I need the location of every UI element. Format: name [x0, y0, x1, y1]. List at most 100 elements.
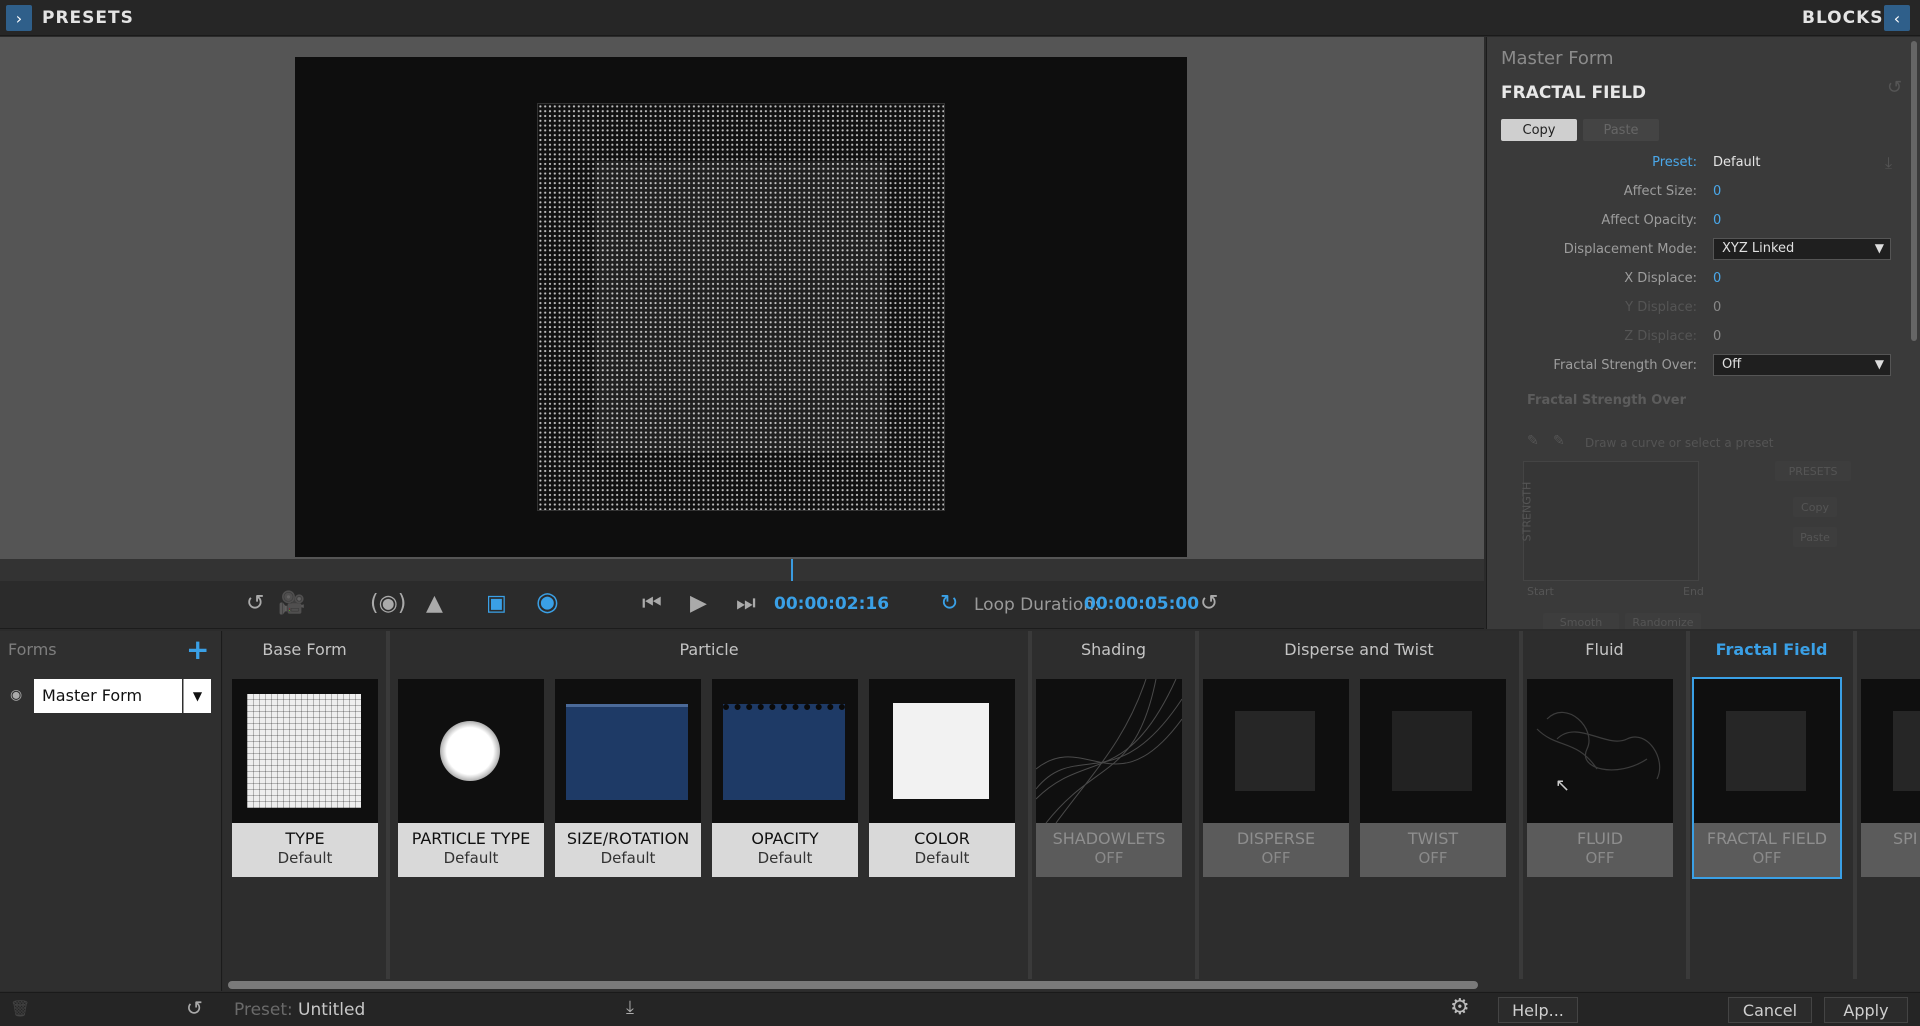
chevron-left-icon[interactable]: ‹: [1884, 5, 1910, 31]
graph-paste-button[interactable]: Paste: [1793, 527, 1837, 547]
play-icon[interactable]: ▶: [690, 591, 707, 616]
displacement-mode-label: Displacement Mode:: [1563, 242, 1697, 257]
skip-start-icon[interactable]: ⏮: [642, 591, 662, 616]
copy-button[interactable]: Copy: [1501, 119, 1577, 141]
preset-value[interactable]: Default: [1713, 155, 1761, 170]
card-status: Default: [600, 849, 656, 867]
chevron-right-icon[interactable]: ›: [6, 5, 32, 31]
pen-icon: ✎: [1553, 433, 1565, 449]
card-name: COLOR: [914, 829, 970, 848]
eye-icon[interactable]: ◉: [10, 687, 22, 703]
block-opacity[interactable]: OPACITY Default: [712, 679, 858, 877]
block-fractal-field[interactable]: FRACTAL FIELD OFF: [1692, 677, 1842, 879]
displacement-mode-value: XYZ Linked: [1722, 241, 1795, 256]
gear-icon[interactable]: ⚙: [1450, 995, 1470, 1020]
undo-icon[interactable]: ↺: [246, 591, 264, 616]
apply-button[interactable]: Apply: [1824, 997, 1908, 1023]
group-fluid: Fluid: [1523, 631, 1690, 667]
panel-subtitle: Master Form: [1501, 48, 1614, 69]
block-type[interactable]: TYPE Default: [232, 679, 378, 877]
paste-button[interactable]: Paste: [1583, 119, 1659, 141]
eye-icon[interactable]: ◉: [536, 587, 559, 617]
dropdown-arrow-icon: ▼: [1874, 241, 1884, 255]
block-particle-type[interactable]: PARTICLE TYPE Default: [398, 679, 544, 877]
reset-icon[interactable]: ↺: [186, 996, 203, 1020]
size-rotation-thumbnail: [555, 679, 701, 823]
motion-blur-icon[interactable]: (◉): [370, 591, 406, 616]
card-status: OFF: [1418, 849, 1448, 867]
skip-end-icon[interactable]: ⏭: [736, 591, 756, 616]
affect-size-value[interactable]: 0: [1713, 184, 1721, 199]
block-fluid[interactable]: ↖ FLUID OFF: [1527, 679, 1673, 877]
timeline-scrubber[interactable]: [0, 559, 1484, 581]
spin-thumbnail: [1861, 679, 1920, 823]
background-icon[interactable]: ▣: [486, 591, 507, 616]
block-color[interactable]: COLOR Default: [869, 679, 1015, 877]
graph-hint: Draw a curve or select a preset: [1585, 436, 1774, 450]
graph-presets-button[interactable]: PRESETS: [1775, 461, 1851, 481]
affect-opacity-value[interactable]: 0: [1713, 213, 1721, 228]
blocks-horizontal-scrollbar[interactable]: [228, 981, 1478, 989]
panel-scrollbar[interactable]: [1911, 41, 1917, 341]
playhead[interactable]: [791, 559, 793, 581]
group-fractal-field[interactable]: Fractal Field: [1690, 631, 1857, 667]
card-status: Default: [443, 849, 499, 867]
graph-smooth-button[interactable]: Smooth: [1543, 613, 1619, 629]
chevron-down-icon[interactable]: ▼: [183, 679, 211, 713]
presets-title[interactable]: PRESETS: [42, 8, 134, 28]
fractal-strength-over-value: Off: [1722, 357, 1742, 372]
trash-icon[interactable]: 🗑: [10, 999, 30, 1018]
z-displace-value: 0: [1713, 329, 1722, 344]
svg-text:↖: ↖: [1555, 775, 1570, 796]
card-name: PARTICLE TYPE: [411, 829, 531, 848]
card-status: OFF: [1261, 849, 1291, 867]
affect-size-label: Affect Size:: [1623, 184, 1697, 199]
master-form-field[interactable]: Master Form: [34, 679, 182, 713]
card-name: TYPE: [285, 829, 325, 848]
graph-start-label: Start: [1527, 585, 1554, 598]
save-preset-icon[interactable]: ⤓: [1885, 153, 1892, 173]
cancel-button[interactable]: Cancel: [1728, 997, 1812, 1023]
fluid-thumbnail: ↖: [1527, 679, 1673, 823]
block-twist[interactable]: TWIST OFF: [1360, 679, 1506, 877]
graph-randomize-button[interactable]: Randomize: [1625, 613, 1701, 629]
preview-canvas: [295, 57, 1187, 557]
particle-type-thumbnail: [398, 679, 544, 823]
card-status: Default: [757, 849, 813, 867]
save-preset-icon[interactable]: ⤓: [626, 997, 634, 1018]
reset-icon[interactable]: ↺: [1887, 77, 1902, 98]
x-displace-value[interactable]: 0: [1713, 271, 1721, 286]
preset-label: Preset:: [234, 1000, 293, 1020]
card-status: Default: [277, 849, 333, 867]
preset-name[interactable]: Untitled: [298, 1000, 365, 1020]
loop-duration-value[interactable]: 00:00:05:00: [1084, 594, 1199, 614]
preset-label: Preset:: [1652, 155, 1697, 170]
bottom-bar: 🗑 ↺ Preset: Untitled ⤓ ⚙ Help... Cancel …: [0, 992, 1920, 1026]
current-timecode[interactable]: 00:00:02:16: [774, 594, 889, 614]
card-name: FLUID: [1576, 829, 1624, 848]
block-disperse[interactable]: DISPERSE OFF: [1203, 679, 1349, 877]
block-spin[interactable]: SPI: [1861, 679, 1920, 877]
add-form-icon[interactable]: +: [186, 633, 209, 666]
top-bar: › PRESETS BLOCKS ‹: [0, 0, 1920, 36]
blocks-title[interactable]: BLOCKS: [1802, 8, 1884, 28]
graph-section-title: Fractal Strength Over: [1527, 393, 1687, 408]
grid-perspective-icon[interactable]: ▲: [426, 591, 443, 616]
twist-thumbnail: [1360, 679, 1506, 823]
card-name: SHADOWLETS: [1052, 829, 1166, 848]
reset-loop-icon[interactable]: ↺: [1200, 591, 1218, 616]
block-shadowlets[interactable]: SHADOWLETS OFF: [1036, 679, 1182, 877]
graph-copy-button[interactable]: Copy: [1793, 497, 1837, 517]
transport-bar: ↺ 🎥 (◉) ▲ ▣ ◉ ⏮ ▶ ⏭ 00:00:02:16 ↻ Loop D…: [0, 581, 1484, 629]
displacement-mode-dropdown[interactable]: XYZ Linked ▼: [1713, 238, 1891, 260]
panel-title: FRACTAL FIELD: [1501, 83, 1647, 103]
camera-icon[interactable]: 🎥: [278, 591, 305, 616]
group-disperse-twist: Disperse and Twist: [1199, 631, 1523, 667]
y-displace-label: Y Displace:: [1625, 300, 1697, 315]
loop-icon[interactable]: ↻: [940, 591, 958, 616]
x-displace-label: X Displace:: [1624, 271, 1697, 286]
block-size-rotation[interactable]: SIZE/ROTATION Default: [555, 679, 701, 877]
help-button[interactable]: Help...: [1498, 997, 1578, 1023]
fractal-strength-over-dropdown[interactable]: Off ▼: [1713, 354, 1891, 376]
graph-axis-label: STRENGTH: [1520, 481, 1534, 542]
